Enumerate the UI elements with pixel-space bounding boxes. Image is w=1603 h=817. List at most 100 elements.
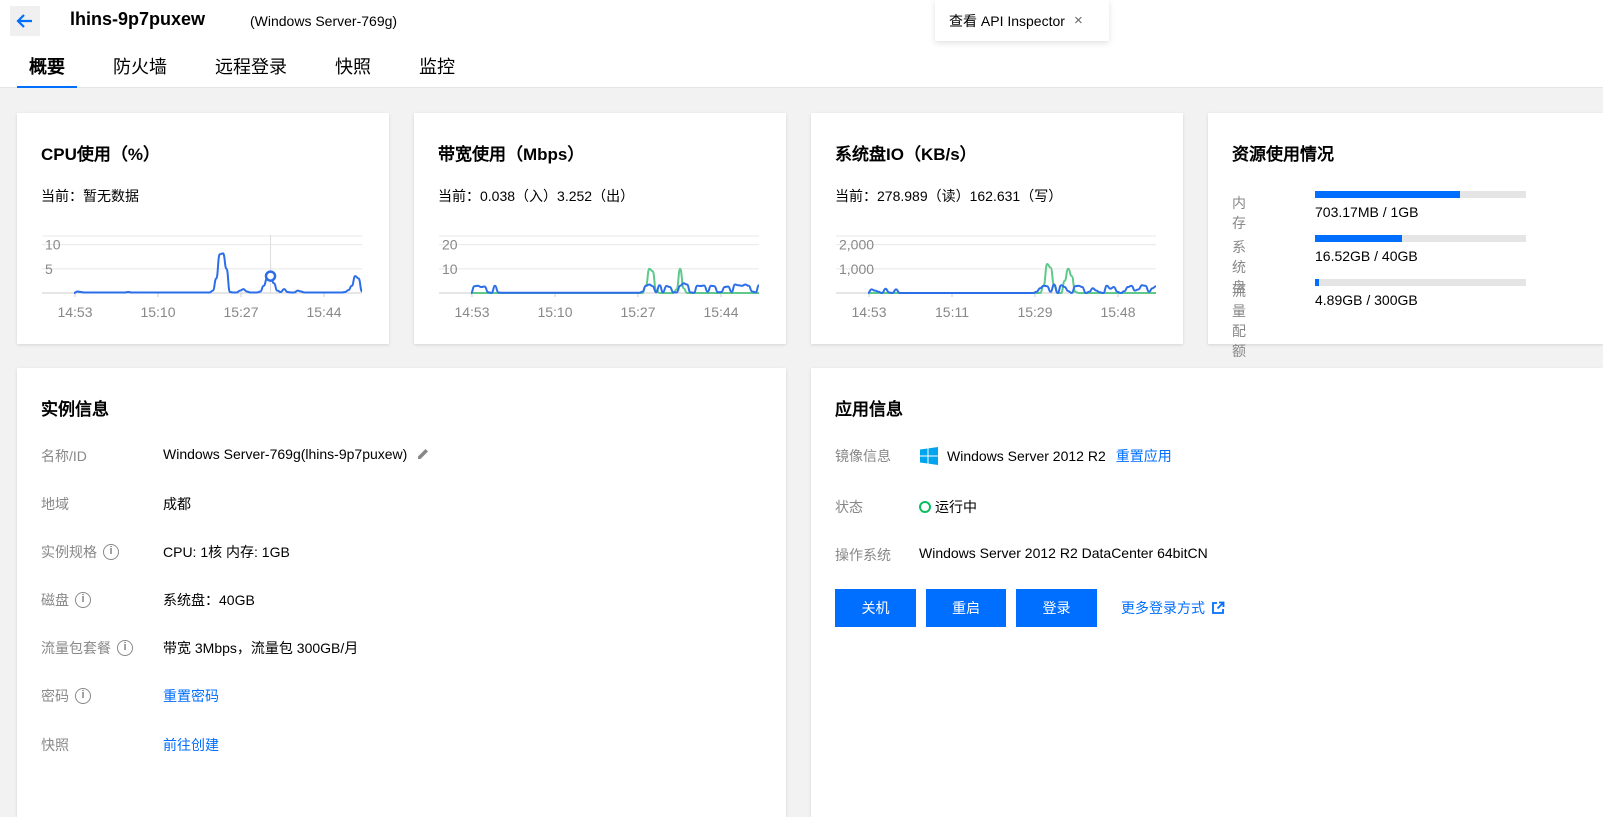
info-label: 快照 bbox=[41, 737, 69, 753]
traffic-label: 流量包套餐 bbox=[41, 640, 111, 656]
info-label: 镜像信息 bbox=[835, 448, 891, 464]
running-status-icon bbox=[919, 501, 931, 513]
tab-bar: 概要 防火墙 远程登录 快照 监控 bbox=[17, 48, 491, 88]
arrow-left-icon bbox=[16, 14, 32, 28]
disk-progress-fill bbox=[1315, 235, 1403, 242]
external-link-icon bbox=[1212, 601, 1225, 614]
hover-point-marker[interactable] bbox=[264, 270, 277, 282]
cpu-card-title: CPU使用（%） bbox=[41, 145, 161, 164]
y-tick-label: 20 bbox=[442, 237, 458, 253]
region-value: 成都 bbox=[163, 496, 191, 512]
app-info-title: 应用信息 bbox=[835, 400, 903, 419]
series-line bbox=[867, 283, 1157, 295]
info-value: 运行中 bbox=[919, 497, 977, 517]
api-inspector-popup: 查看 API Inspector × bbox=[935, 0, 1109, 41]
app-info-card: 应用信息 镜像信息 Windows Server 2012 R2 重置应用 状态… bbox=[811, 368, 1603, 817]
more-login-label: 更多登录方式 bbox=[1121, 600, 1205, 616]
resource-card-title: 资源使用情况 bbox=[1232, 145, 1334, 164]
x-tick-label: 15:48 bbox=[1100, 304, 1135, 320]
resource-usage-card: 资源使用情况 内存 703.17MB / 1GB 系统盘 16.52GB / 4… bbox=[1208, 113, 1603, 359]
spec-label: 实例规格 bbox=[41, 544, 97, 560]
create-snapshot-link[interactable]: 前往创建 bbox=[163, 735, 219, 755]
windows-logo-icon bbox=[920, 447, 938, 465]
info-label: 地域 bbox=[41, 496, 69, 512]
memory-progress-fill bbox=[1315, 191, 1460, 198]
disk-label: 磁盘 bbox=[41, 592, 69, 608]
page-title: lhins-9p7puxew bbox=[70, 9, 206, 29]
resource-value: 703.17MB / 1GB bbox=[1315, 204, 1419, 220]
instance-name-value: Windows Server-769g(lhins-9p7puxew) bbox=[163, 446, 408, 462]
x-tick-label: 15:29 bbox=[1017, 304, 1052, 320]
api-inspector-link[interactable]: 查看 API Inspector bbox=[949, 11, 1065, 31]
reset-password-link[interactable]: 重置密码 bbox=[163, 686, 219, 706]
info-icon[interactable]: i bbox=[75, 688, 91, 704]
x-tick-label: 15:27 bbox=[223, 304, 258, 320]
edit-icon[interactable] bbox=[415, 446, 431, 462]
y-tick-label: 5 bbox=[45, 261, 53, 277]
cpu-current: 当前：暂无数据 bbox=[41, 188, 139, 204]
x-tick-label: 14:53 bbox=[851, 304, 886, 320]
x-tick-label: 15:10 bbox=[140, 304, 175, 320]
tab-overview[interactable]: 概要 bbox=[17, 48, 77, 88]
y-tick-label: 10 bbox=[45, 237, 61, 253]
resource-label: 内存 bbox=[1232, 195, 1246, 231]
info-label: 状态 bbox=[835, 499, 863, 515]
info-value: Windows Server 2012 R2 重置应用 bbox=[919, 446, 1172, 466]
resource-value: 16.52GB / 40GB bbox=[1315, 248, 1418, 264]
info-label: 名称/ID bbox=[41, 448, 87, 464]
instance-info-title: 实例信息 bbox=[41, 400, 109, 419]
status-value: 运行中 bbox=[935, 499, 977, 515]
restart-button[interactable]: 重启 bbox=[926, 589, 1006, 627]
close-icon[interactable]: × bbox=[1074, 12, 1083, 29]
traffic-value: 带宽 3Mbps，流量包 300GB/月 bbox=[163, 640, 359, 656]
info-label: 流量包套餐 i bbox=[41, 638, 133, 658]
tab-monitor[interactable]: 监控 bbox=[407, 48, 467, 88]
x-tick-label: 14:53 bbox=[454, 304, 489, 320]
tab-remote-login[interactable]: 远程登录 bbox=[203, 48, 299, 88]
info-label: 操作系统 bbox=[835, 547, 891, 563]
tab-firewall[interactable]: 防火墙 bbox=[101, 48, 179, 88]
traffic-progress-bar bbox=[1315, 279, 1526, 286]
traffic-progress-fill bbox=[1315, 279, 1320, 286]
spec-value: CPU: 1核 内存: 1GB bbox=[163, 544, 290, 560]
image-value: Windows Server 2012 R2 bbox=[947, 448, 1106, 464]
x-tick-label: 15:44 bbox=[306, 304, 341, 320]
instance-info-card: 实例信息 名称/ID Windows Server-769g(lhins-9p7… bbox=[17, 368, 786, 817]
cpu-chart: 10 5 14:53 15:10 15:27 15:44 bbox=[42, 235, 363, 320]
reset-app-link[interactable]: 重置应用 bbox=[1116, 446, 1172, 466]
disk-io-current: 当前：278.989（读）162.631（写） bbox=[835, 188, 1063, 204]
bandwidth-current: 当前：0.038（入）3.252（出） bbox=[438, 188, 635, 204]
disk-io-chart: 2,000 1,000 14:53 15:11 15:29 15:48 bbox=[836, 235, 1157, 320]
series-line bbox=[470, 282, 760, 294]
memory-progress-bar bbox=[1315, 191, 1526, 198]
y-tick-label: 2,000 bbox=[839, 237, 874, 253]
info-icon[interactable]: i bbox=[103, 544, 119, 560]
more-login-link[interactable]: 更多登录方式 bbox=[1121, 598, 1225, 618]
info-value: Windows Server-769g(lhins-9p7puxew) bbox=[163, 446, 431, 462]
disk-io-card-title: 系统盘IO（KB/s） bbox=[835, 145, 977, 164]
x-tick-label: 15:10 bbox=[537, 304, 572, 320]
info-label: 密码 i bbox=[41, 686, 91, 706]
shutdown-button[interactable]: 关机 bbox=[835, 589, 916, 627]
info-label: 实例规格 i bbox=[41, 542, 119, 562]
back-button[interactable] bbox=[10, 6, 40, 36]
resource-label: 流量配额 bbox=[1232, 283, 1246, 359]
bandwidth-chart: 20 10 14:53 15:10 15:27 15:44 bbox=[439, 235, 760, 320]
info-icon[interactable]: i bbox=[117, 640, 133, 656]
password-label: 密码 bbox=[41, 688, 69, 704]
bandwidth-card-title: 带宽使用（Mbps） bbox=[438, 145, 585, 164]
bandwidth-card: 带宽使用（Mbps） 当前：0.038（入）3.252（出） 20 10 14:53… bbox=[414, 113, 786, 344]
x-tick-label: 15:11 bbox=[935, 304, 969, 320]
x-tick-label: 15:27 bbox=[620, 304, 655, 320]
page-subtitle: (Windows Server-769g) bbox=[250, 13, 398, 29]
disk-io-card: 系统盘IO（KB/s） 当前：278.989（读）162.631（写） 2,00… bbox=[811, 113, 1183, 344]
info-icon[interactable]: i bbox=[75, 592, 91, 608]
info-label: 磁盘 i bbox=[41, 590, 91, 610]
tab-snapshot[interactable]: 快照 bbox=[323, 48, 383, 88]
cpu-card: CPU使用（%） 当前：暂无数据 10 5 14:53 15:10 15:27 15:44 bbox=[17, 113, 389, 344]
x-tick-label: 15:44 bbox=[703, 304, 738, 320]
series-line bbox=[73, 252, 363, 294]
login-button[interactable]: 登录 bbox=[1016, 589, 1097, 627]
y-tick-label: 1,000 bbox=[839, 261, 874, 277]
resource-value: 4.89GB / 300GB bbox=[1315, 292, 1418, 308]
